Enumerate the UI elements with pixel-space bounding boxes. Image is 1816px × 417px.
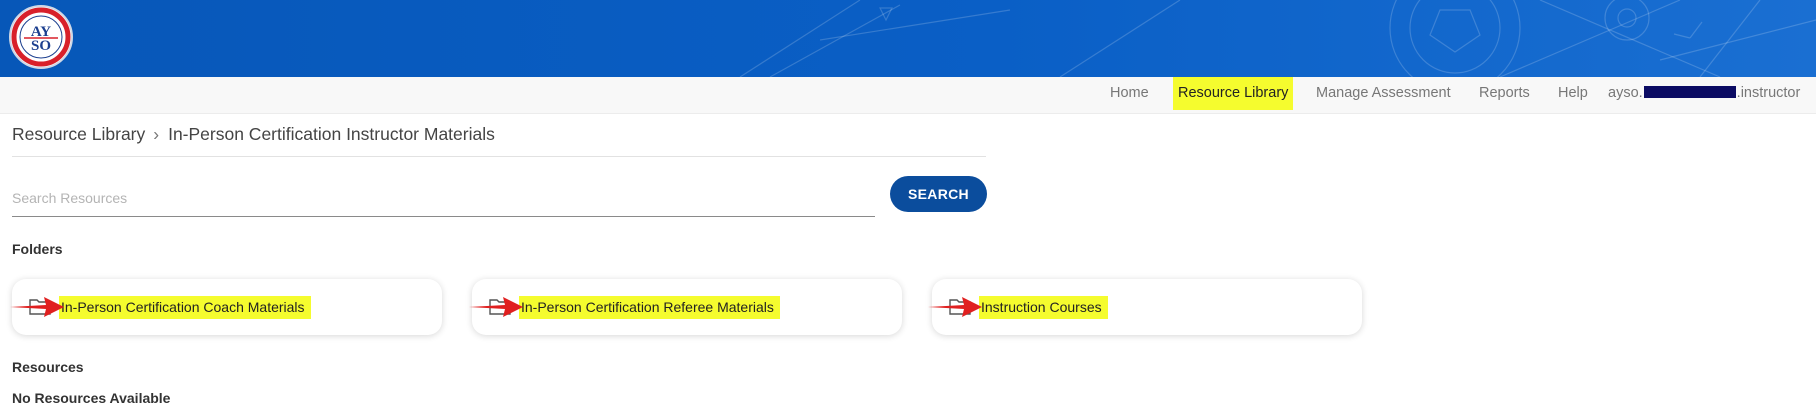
username-suffix: .instructor xyxy=(1736,85,1801,101)
username-prefix: ayso. xyxy=(1608,85,1643,101)
nav-home[interactable]: Home xyxy=(1105,77,1154,110)
folder-icon xyxy=(949,299,971,315)
ayso-logo[interactable]: AY SO xyxy=(9,5,73,69)
folder-icon xyxy=(29,299,51,315)
folders-heading: Folders xyxy=(12,241,63,257)
search-button[interactable]: SEARCH xyxy=(890,176,987,212)
resources-heading: Resources xyxy=(12,359,84,375)
folder-label: Instruction Courses xyxy=(979,296,1108,319)
nav-help[interactable]: Help xyxy=(1553,77,1593,110)
nav-reports[interactable]: Reports xyxy=(1474,77,1535,110)
search-input[interactable] xyxy=(12,180,875,217)
divider xyxy=(12,156,986,157)
folder-card-referee[interactable]: In-Person Certification Referee Material… xyxy=(472,279,902,335)
chevron-right-icon: › xyxy=(153,124,160,144)
soccer-pattern-decoration xyxy=(739,0,1816,77)
header-banner: AY SO xyxy=(0,0,1816,77)
nav-resource-library[interactable]: Resource Library xyxy=(1173,77,1294,110)
top-nav: Home Resource Library Manage Assessment … xyxy=(0,77,1816,114)
breadcrumb: Resource Library › In-Person Certification… xyxy=(12,124,495,145)
breadcrumb-current: In-Person Certification Instructor Mater… xyxy=(168,124,495,144)
nav-manage-assessment[interactable]: Manage Assessment xyxy=(1311,77,1456,110)
no-resources-message: No Resources Available xyxy=(12,390,171,406)
folder-label: In-Person Certification Referee Material… xyxy=(519,296,780,319)
folder-card-instruction[interactable]: Instruction Courses xyxy=(932,279,1362,335)
breadcrumb-resource-library[interactable]: Resource Library xyxy=(12,124,145,144)
folder-icon xyxy=(489,299,511,315)
svg-text:SO: SO xyxy=(31,38,51,54)
redacted-username xyxy=(1643,86,1736,99)
folder-label: In-Person Certification Coach Materials xyxy=(59,296,311,319)
folder-card-coach[interactable]: In-Person Certification Coach Materials xyxy=(12,279,442,335)
user-menu[interactable]: ayso. .instructor xyxy=(1608,77,1800,110)
